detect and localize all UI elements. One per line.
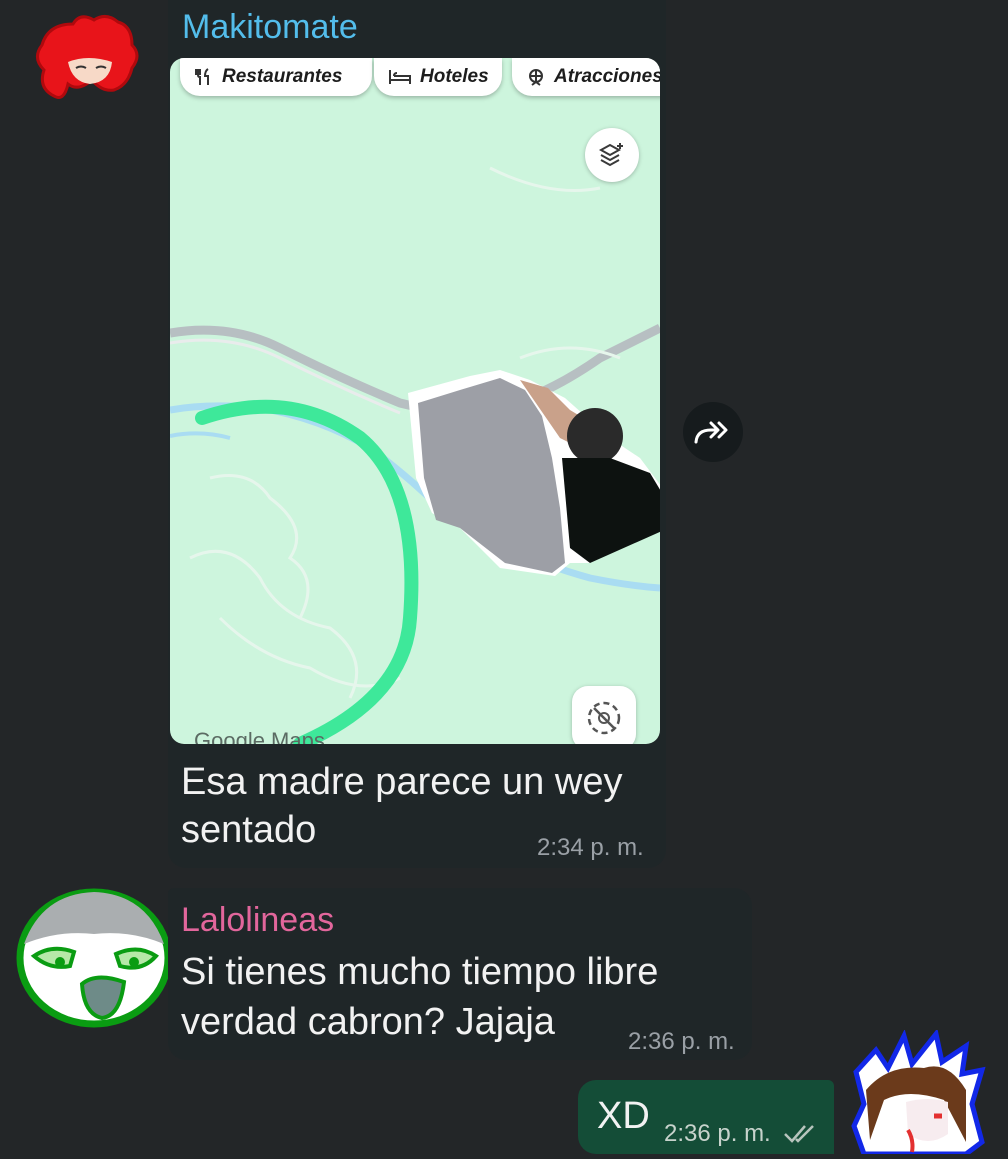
message-time: 2:36 p. m. [664,1120,771,1147]
forward-button[interactable] [683,402,743,462]
message-text: verdad cabron? Jajaja [181,1001,555,1043]
fork-knife-icon [195,68,209,85]
avatar-lalolineas[interactable] [12,886,174,1028]
layers-icon [598,143,623,167]
message-text: sentado [181,809,317,851]
compass-button[interactable] [572,686,636,744]
forward-icon [694,421,728,444]
sender-name[interactable]: Makitomate [182,8,358,47]
ferris-wheel-icon [529,69,543,86]
message-text: XD [597,1095,650,1137]
chip-label: Atracciones [554,66,660,87]
avatar-self[interactable] [848,1028,988,1157]
chip-atracciones[interactable]: Atracciones [512,58,660,96]
map-image[interactable]: Restaurantes Hoteles Atracciones Google … [170,58,660,744]
pasted-person-sticker [408,370,660,576]
google-maps-watermark: Google Maps [194,728,325,744]
location-off-icon [587,701,621,735]
double-check-icon [784,1125,814,1143]
message-text: Si tienes mucho tiempo libre [181,951,659,993]
chip-restaurantes[interactable]: Restaurantes [180,58,372,96]
layers-button[interactable] [585,128,639,182]
chip-hoteles[interactable]: Hoteles [374,58,502,96]
avatar-makitomate[interactable] [28,10,148,110]
sender-name[interactable]: Lalolineas [181,901,334,940]
chip-label: Restaurantes [222,66,343,87]
message-text: Esa madre parece un wey [181,761,623,803]
message-time: 2:36 p. m. [628,1028,735,1055]
message-time: 2:34 p. m. [537,834,644,861]
bed-icon [389,70,411,84]
chip-label: Hoteles [420,66,489,87]
